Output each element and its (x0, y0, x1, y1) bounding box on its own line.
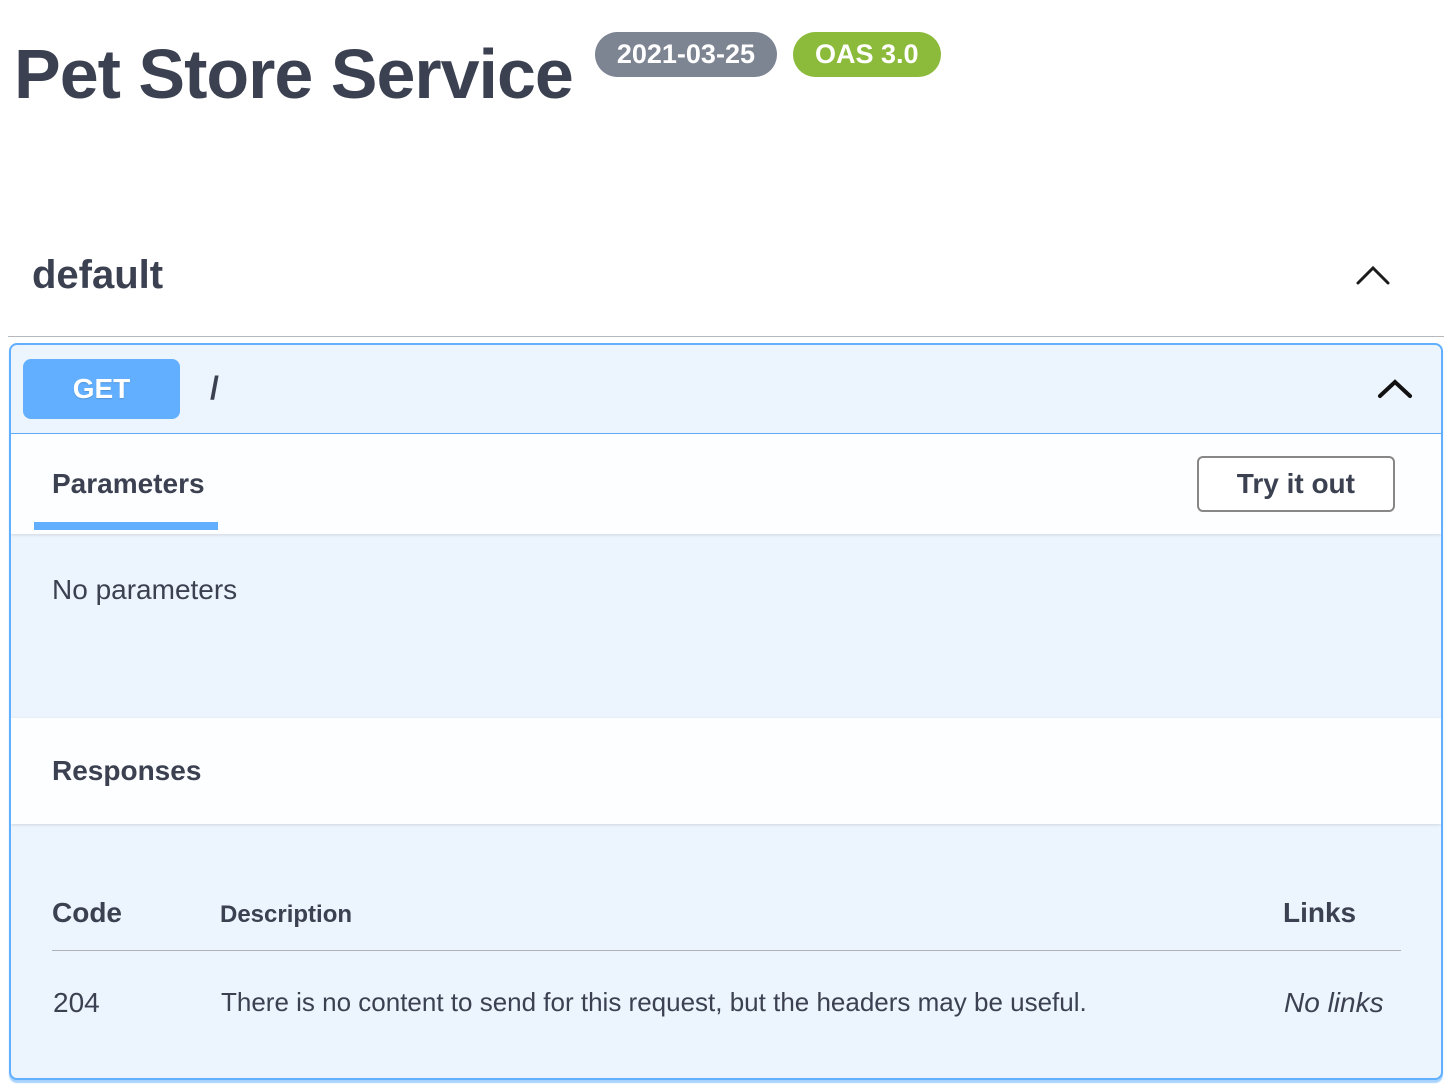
parameters-tab-label: Parameters (52, 468, 205, 500)
column-header-links: Links (1283, 824, 1401, 951)
http-method-badge: GET (23, 359, 180, 419)
no-parameters-message: No parameters (52, 574, 1441, 606)
responses-section-header: Responses (11, 718, 1441, 824)
operation-body: Parameters Try it out No parameters Resp… (11, 434, 1441, 1078)
responses-table-header-row: Code Description Links (52, 824, 1401, 951)
column-header-code: Code (52, 824, 220, 951)
operation-summary[interactable]: GET / (11, 345, 1441, 434)
tag-name: default (32, 253, 163, 298)
try-it-out-button[interactable]: Try it out (1197, 456, 1395, 512)
parameters-body: No parameters (11, 534, 1441, 718)
oas-version-badge: OAS 3.0 (793, 32, 941, 77)
response-code: 204 (52, 950, 220, 1020)
column-header-description: Description (220, 824, 1283, 951)
tag-section-default: default (0, 253, 1452, 337)
api-version-badge: 2021-03-25 (595, 32, 777, 77)
responses-body: Code Description Links 204 There is no c… (11, 824, 1441, 1078)
response-row: 204 There is no content to send for this… (52, 950, 1401, 1020)
api-title-row: Pet Store Service 2021-03-25 OAS 3.0 (14, 34, 1452, 115)
response-links: No links (1283, 950, 1401, 1020)
swagger-ui-page: Pet Store Service 2021-03-25 OAS 3.0 def… (0, 0, 1452, 1084)
chevron-up-icon (1354, 263, 1392, 287)
responses-table: Code Description Links 204 There is no c… (52, 824, 1401, 1020)
operation-path: / (210, 370, 219, 407)
response-description: There is no content to send for this req… (220, 950, 1283, 1020)
tag-header-default[interactable]: default (8, 253, 1444, 337)
parameters-section-header: Parameters Try it out (11, 434, 1441, 534)
operation-collapse-button[interactable] (1377, 378, 1413, 400)
tab-parameters[interactable]: Parameters (47, 468, 210, 500)
api-info-header: Pet Store Service 2021-03-25 OAS 3.0 (0, 0, 1452, 115)
chevron-up-icon (1377, 378, 1413, 400)
responses-section-label: Responses (52, 755, 201, 787)
tag-collapse-button[interactable] (1354, 263, 1392, 287)
api-title: Pet Store Service (14, 34, 573, 115)
opblock-get-root: GET / Parameters Try it out No parameter… (9, 343, 1443, 1080)
